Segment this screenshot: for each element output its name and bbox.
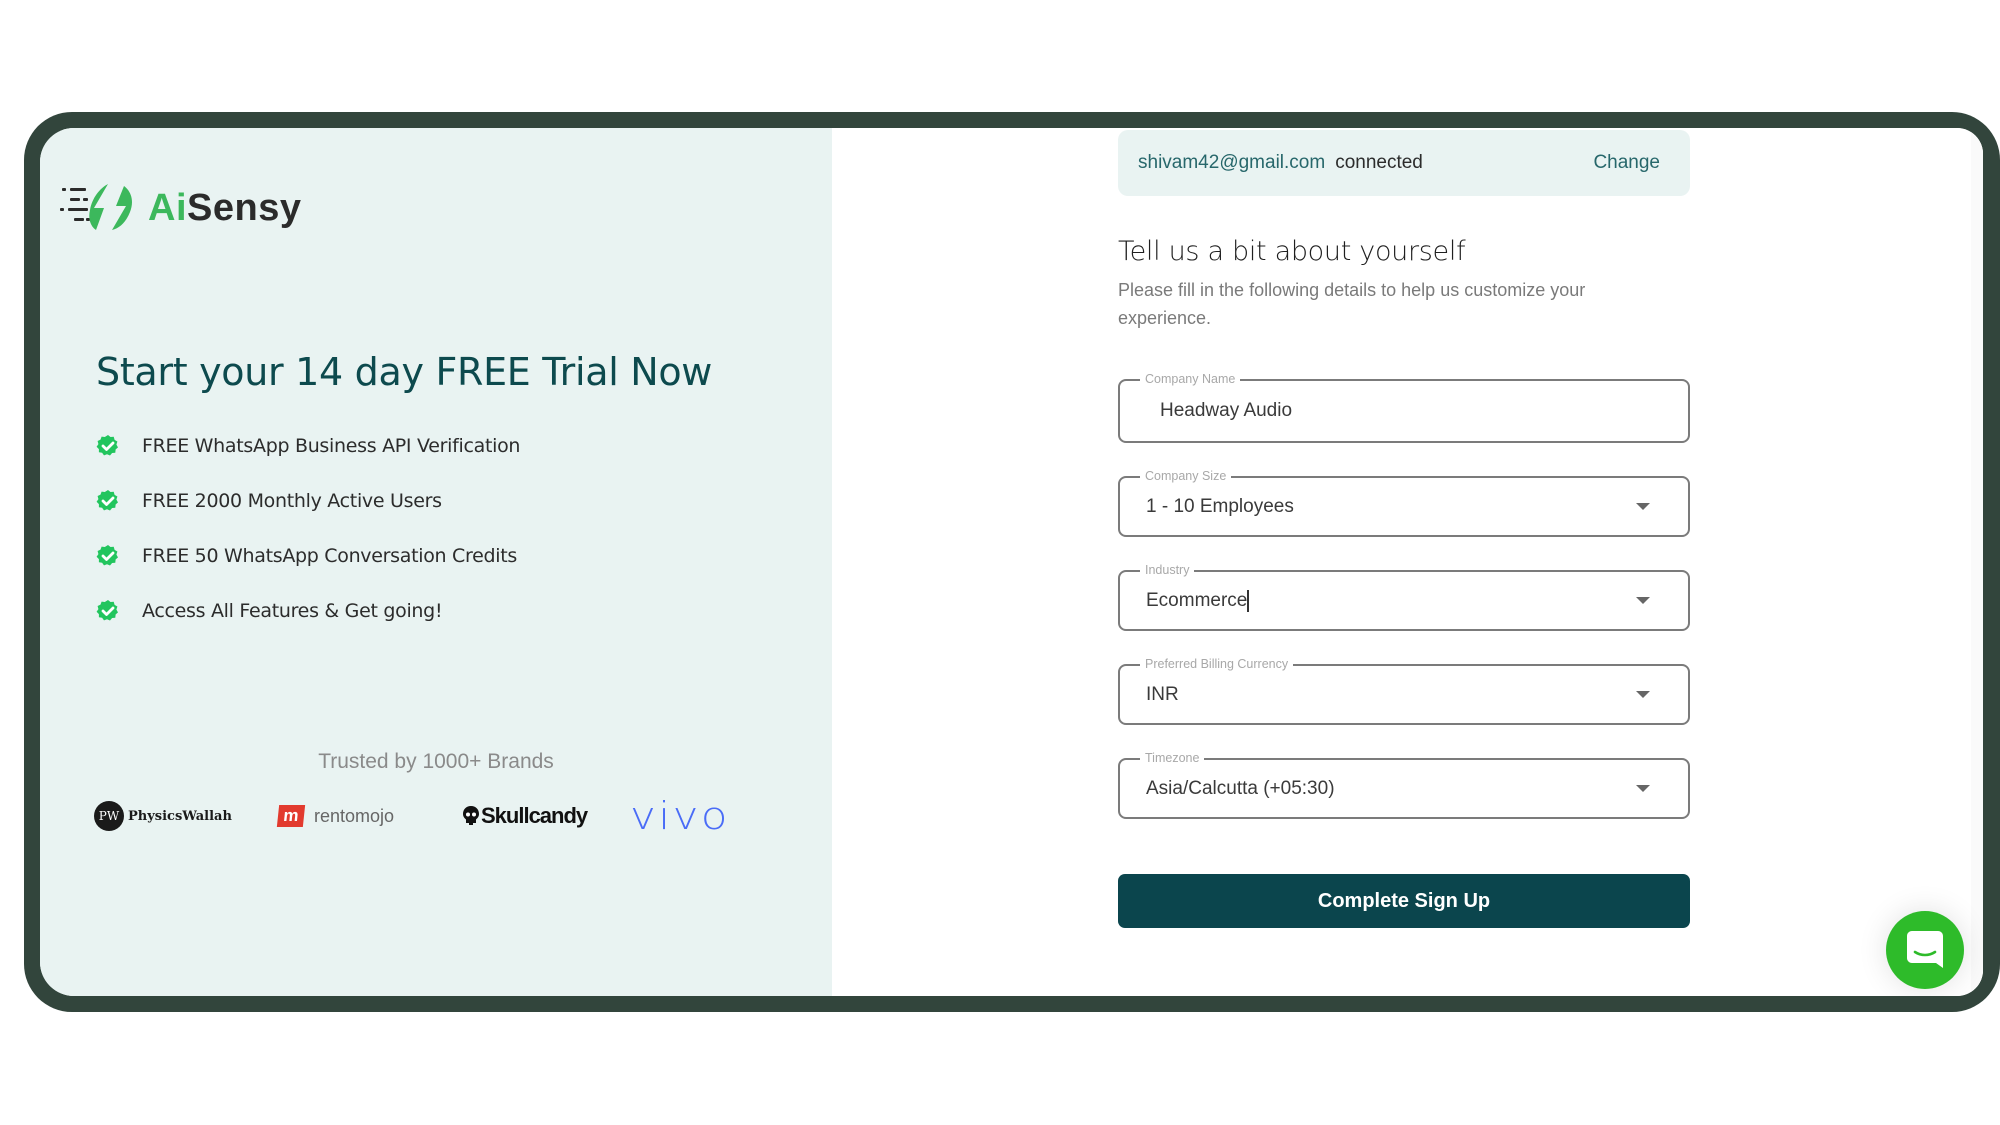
physicswallah-badge-icon: PW bbox=[94, 801, 124, 831]
dropdown-arrow-icon[interactable] bbox=[1636, 597, 1650, 604]
brand-skullcandy: Skullcandy bbox=[462, 803, 612, 829]
account-email: shivam42@gmail.com bbox=[1138, 152, 1326, 173]
text-cursor bbox=[1247, 590, 1249, 612]
trusted-by-text: Trusted by 1000+ Brands bbox=[318, 750, 554, 773]
feature-item: FREE WhatsApp Business API Verification bbox=[96, 434, 520, 458]
feature-item: FREE 50 WhatsApp Conversation Credits bbox=[96, 544, 520, 568]
complete-signup-button[interactable]: Complete Sign Up bbox=[1118, 874, 1690, 928]
timezone-value: Asia/Calcutta (+05:30) bbox=[1146, 778, 1335, 799]
industry-value[interactable]: Ecommerce bbox=[1146, 590, 1249, 612]
feature-item: Access All Features & Get going! bbox=[96, 599, 520, 623]
dropdown-arrow-icon[interactable] bbox=[1636, 691, 1650, 698]
logo-wordmark: AiSensy bbox=[148, 186, 302, 229]
rentomojo-badge-icon: m bbox=[276, 805, 306, 827]
billing-currency-select[interactable]: Preferred Billing Currency INR bbox=[1118, 656, 1690, 725]
timezone-label: Timezone bbox=[1140, 750, 1205, 766]
feature-label: Access All Features & Get going! bbox=[142, 600, 443, 622]
scrollbar[interactable] bbox=[1971, 128, 1983, 996]
feature-label: FREE 50 WhatsApp Conversation Credits bbox=[142, 545, 517, 567]
form-subtitle: Please fill in the following details to … bbox=[1118, 280, 1586, 328]
form-title: Tell us a bit about yourself bbox=[1118, 236, 1466, 267]
dropdown-arrow-icon[interactable] bbox=[1636, 503, 1650, 510]
company-size-select[interactable]: Company Size 1 - 10 Employees bbox=[1118, 468, 1690, 537]
feature-label: FREE WhatsApp Business API Verification bbox=[142, 435, 521, 457]
industry-select[interactable]: Industry Ecommerce bbox=[1118, 562, 1690, 631]
billing-currency-label: Preferred Billing Currency bbox=[1140, 656, 1294, 672]
company-name-field[interactable]: Company Name bbox=[1118, 371, 1690, 443]
dropdown-arrow-icon[interactable] bbox=[1636, 785, 1650, 792]
billing-currency-value: INR bbox=[1146, 684, 1179, 705]
company-size-value: 1 - 10 Employees bbox=[1146, 496, 1294, 517]
brand-vivo: vivo bbox=[630, 794, 730, 838]
logo-mark-icon bbox=[60, 184, 132, 230]
timezone-select[interactable]: Timezone Asia/Calcutta (+05:30) bbox=[1118, 750, 1690, 819]
check-circle-icon bbox=[96, 490, 118, 511]
feature-item: FREE 2000 Monthly Active Users bbox=[96, 489, 520, 513]
feature-list: FREE WhatsApp Business API Verification … bbox=[96, 434, 520, 654]
change-account-link[interactable]: Change bbox=[1593, 152, 1660, 174]
chat-widget-button[interactable] bbox=[1886, 911, 1964, 989]
brand-rentomojo: m rentomojo bbox=[276, 805, 432, 827]
check-circle-icon bbox=[96, 600, 118, 621]
chat-bubble-icon bbox=[1907, 931, 1943, 968]
feature-label: FREE 2000 Monthly Active Users bbox=[142, 490, 442, 512]
aisensy-logo: AiSensy bbox=[60, 182, 301, 234]
brand-physicswallah: PW PhysicsWallah bbox=[94, 801, 244, 831]
skull-icon bbox=[463, 806, 479, 825]
connected-account-banner: shivam42@gmail.com connected Change bbox=[1118, 130, 1690, 196]
promo-panel: AiSensy Start your 14 day FREE Trial Now… bbox=[40, 128, 832, 996]
check-circle-icon bbox=[96, 545, 118, 566]
company-name-input[interactable] bbox=[1160, 381, 1640, 441]
connection-status: connected bbox=[1335, 152, 1423, 173]
signup-screen: AiSensy Start your 14 day FREE Trial Now… bbox=[40, 128, 1983, 996]
company-size-label: Company Size bbox=[1140, 468, 1232, 484]
signup-form-panel: shivam42@gmail.com connected Change Tell… bbox=[832, 128, 1983, 996]
check-circle-icon bbox=[96, 435, 118, 456]
trial-heading: Start your 14 day FREE Trial Now bbox=[96, 350, 713, 394]
industry-label: Industry bbox=[1140, 562, 1195, 578]
brand-logos: PW PhysicsWallah m rentomojo Skullcandy … bbox=[94, 794, 754, 838]
